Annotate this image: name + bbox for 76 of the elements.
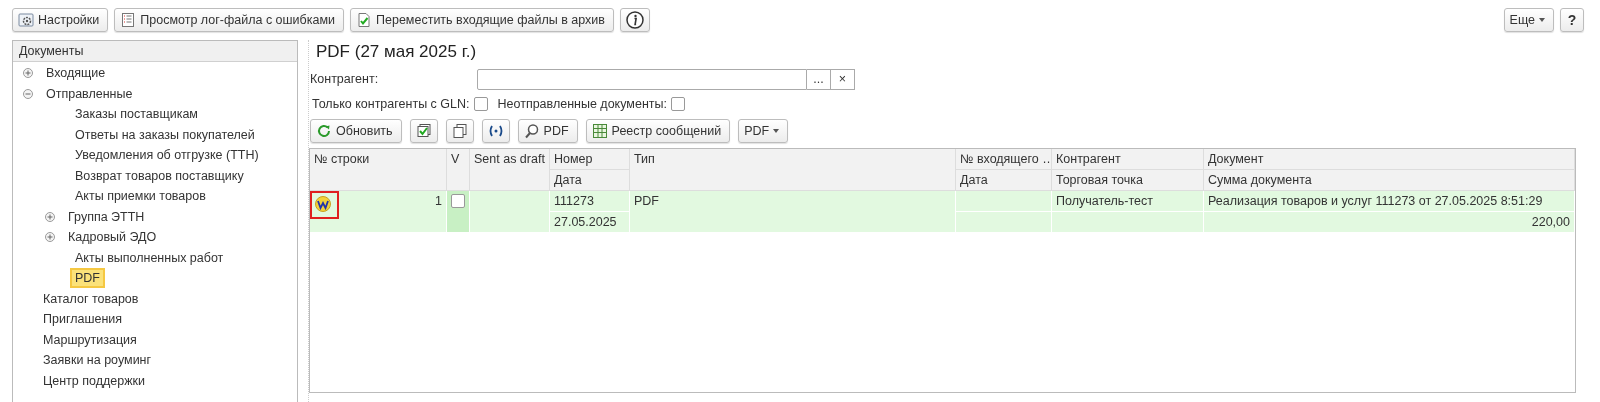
signal-button[interactable]	[481, 119, 510, 143]
sidebar-item[interactable]: Кадровый ЭДО	[65, 229, 160, 246]
table-cell: Реализация товаров и услуг 111273 от 27.05.2025 8:51:29	[1204, 191, 1575, 212]
expand-icon[interactable]	[45, 232, 55, 243]
logo-icon	[315, 196, 331, 212]
sidebar-item[interactable]: Каталог товаров	[40, 290, 142, 307]
option-label: Только контрагенты с GLN:	[312, 97, 470, 111]
checkbox[interactable]	[670, 97, 685, 111]
sidebar-item[interactable]: PDF	[72, 270, 103, 287]
checklist-icon	[415, 123, 432, 139]
sidebar-item[interactable]: Центр поддержки	[40, 372, 148, 389]
refresh-icon	[316, 123, 332, 139]
info-button[interactable]	[620, 8, 650, 32]
caret-icon	[773, 129, 780, 133]
page-title: PDF (27 мая 2025 г.)	[315, 41, 478, 63]
settings-button[interactable]: Настройки	[12, 8, 109, 32]
caret-icon	[1539, 18, 1545, 22]
collapse-icon[interactable]	[23, 88, 33, 99]
column-header[interactable]: Документ	[1204, 149, 1575, 170]
more-button[interactable]: Еще	[1503, 8, 1554, 32]
magnifier-icon	[523, 123, 540, 139]
table-cell: PDF	[630, 191, 956, 233]
sidebar-item[interactable]: Группа ЭТТН	[65, 208, 148, 225]
field-label: Контрагент:	[310, 72, 380, 86]
column-header[interactable]: Sent as draft	[470, 149, 550, 191]
table-cell: 220,00	[1204, 212, 1575, 233]
sidebar-item[interactable]: Уведомления об отгрузке (ТТН)	[72, 147, 262, 164]
refresh-button[interactable]: Обновить	[310, 119, 402, 143]
column-header[interactable]: Номер	[550, 149, 630, 170]
check-all-button[interactable]	[409, 119, 438, 143]
table-icon	[591, 123, 608, 139]
expand-icon[interactable]	[45, 211, 55, 222]
column-header[interactable]: Тип	[630, 149, 956, 191]
expand-icon[interactable]	[23, 68, 33, 79]
help-button[interactable]: ?	[1560, 8, 1584, 32]
info-icon	[626, 11, 644, 29]
column-header[interactable]: № строки	[310, 149, 447, 191]
sidebar-item[interactable]: Ответы на заказы покупателей	[72, 126, 258, 143]
column-header[interactable]: V	[447, 149, 470, 191]
column-header[interactable]: № входящего …	[956, 149, 1052, 170]
sidebar-item[interactable]: Заявки на роуминг	[40, 352, 155, 369]
choose-button[interactable]: ...	[807, 68, 831, 90]
column-header[interactable]: Контрагент	[1052, 149, 1204, 170]
sidebar-title: Документы	[13, 41, 297, 62]
copy-icon	[451, 123, 468, 139]
table-cell: Получатель-тест	[1052, 191, 1204, 212]
sidebar-item[interactable]: Входящие	[43, 65, 109, 82]
table-cell: 27.05.2025	[550, 212, 630, 233]
sidebar-item[interactable]: Акты приемки товаров	[72, 188, 209, 205]
checkbox[interactable]	[473, 97, 488, 111]
copy-button[interactable]	[445, 119, 474, 143]
pdf-preview-button[interactable]: PDF	[517, 119, 578, 143]
checkbox[interactable]	[451, 194, 465, 208]
column-header[interactable]: Дата	[956, 170, 1052, 191]
sidebar-item[interactable]: Маршрутизация	[40, 331, 140, 348]
column-header[interactable]: Дата	[550, 170, 630, 191]
document-check-icon	[356, 12, 373, 28]
pdf-dropdown-button[interactable]: PDF	[738, 119, 789, 143]
counterparty-field[interactable]	[477, 68, 807, 90]
log-button[interactable]: Просмотр лог-файла с ошибками	[114, 8, 345, 32]
option-label: Неотправленные документы:	[497, 97, 667, 111]
row-number: 1	[435, 194, 442, 208]
column-header[interactable]: Торговая точка	[1052, 170, 1204, 191]
sidebar-item[interactable]: Возврат товаров поставщику	[72, 167, 247, 184]
settings-icon	[18, 12, 34, 28]
archive-button[interactable]: Переместить входящие файлы в архив	[350, 8, 614, 32]
sidebar-item[interactable]: Отправленные	[43, 85, 136, 102]
register-button[interactable]: Реестр сообщений	[585, 119, 731, 143]
sidebar-item[interactable]: Приглашения	[40, 311, 126, 328]
table-cell: 111273	[550, 191, 630, 212]
list-icon	[120, 12, 137, 28]
sidebar-item[interactable]: Заказы поставщикам	[72, 106, 201, 123]
column-header[interactable]: Сумма документа	[1204, 170, 1575, 191]
sidebar-item[interactable]: Акты выполненных работ	[72, 249, 227, 266]
signal-icon	[487, 123, 504, 139]
clear-button[interactable]: ×	[831, 68, 855, 90]
